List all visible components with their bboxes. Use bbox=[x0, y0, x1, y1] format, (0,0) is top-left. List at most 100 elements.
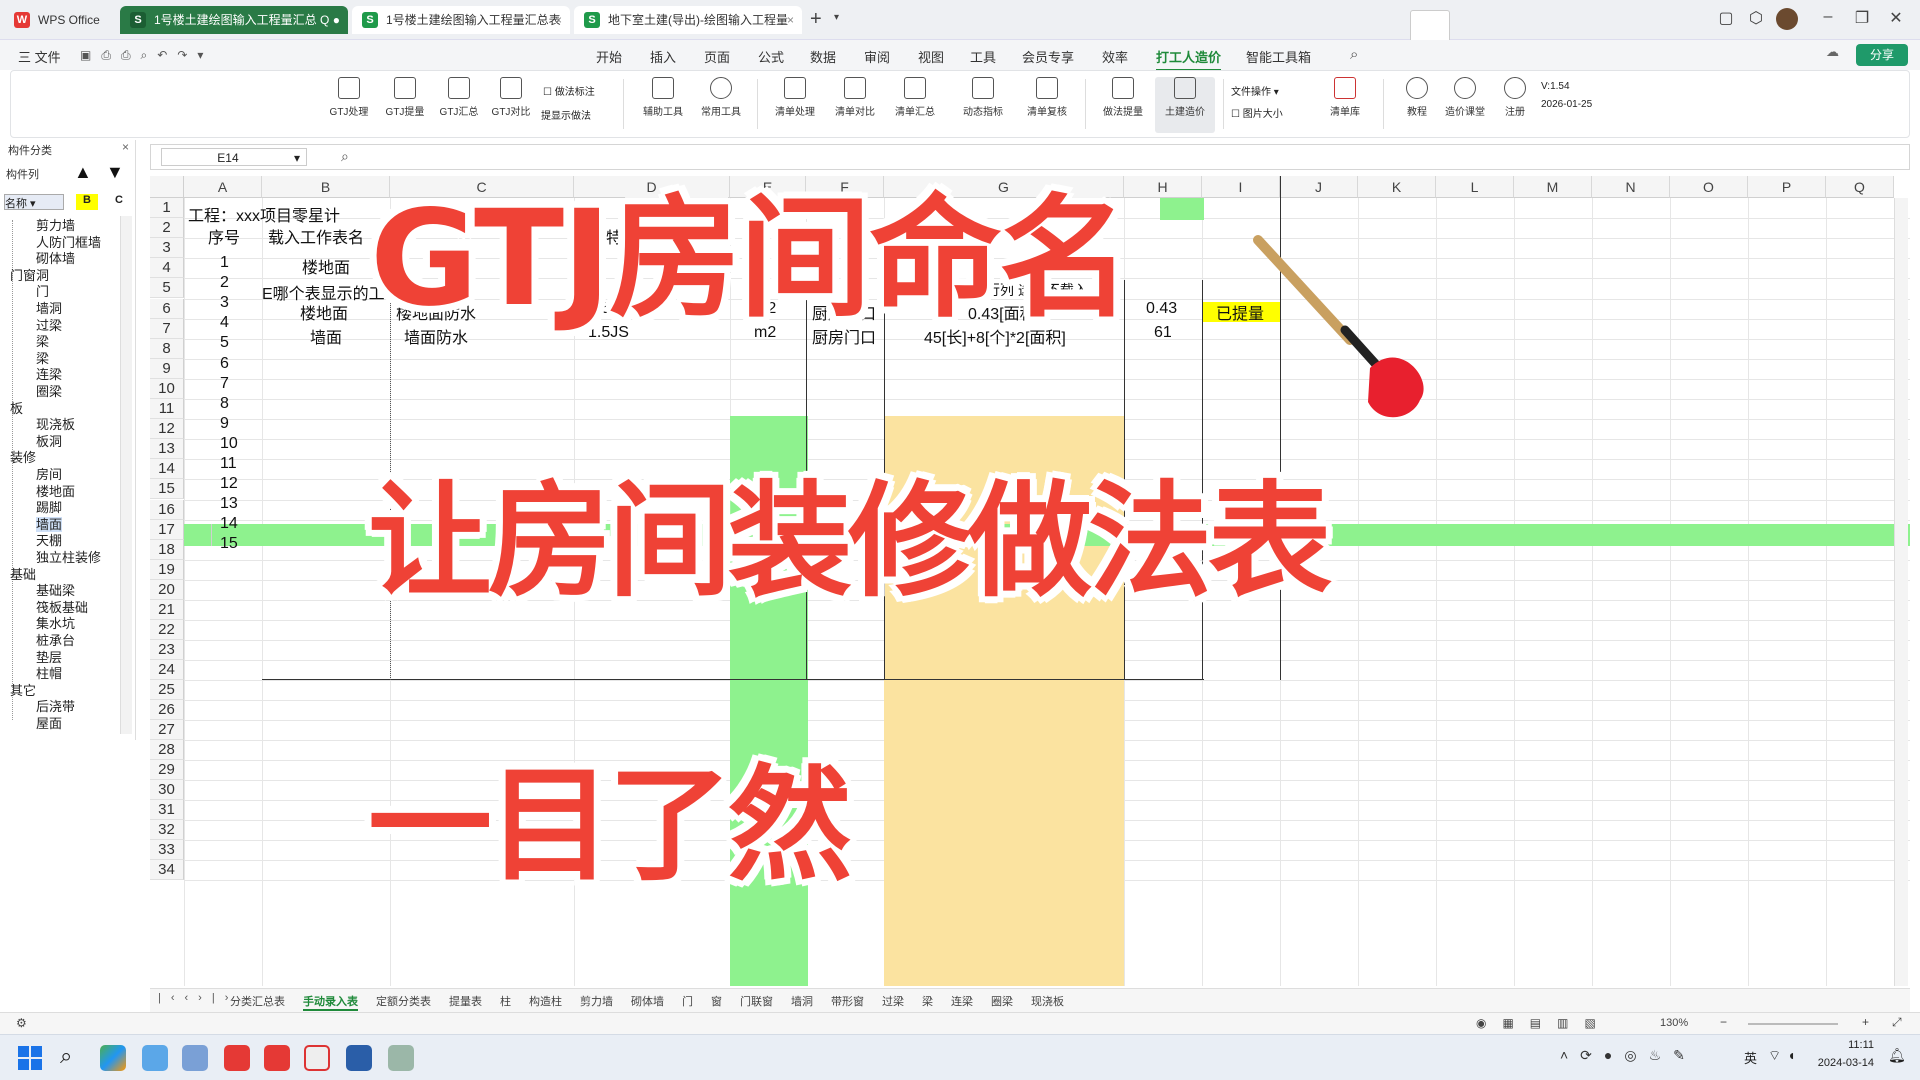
seq-cell[interactable]: 6 bbox=[220, 355, 229, 373]
zoom-formula-icon[interactable]: ⌕ bbox=[341, 148, 349, 165]
cloud-icon[interactable]: ☁ bbox=[1826, 44, 1839, 60]
sheet-tab[interactable]: 现浇板 bbox=[1031, 993, 1064, 1009]
sheet-tab[interactable]: 连梁 bbox=[951, 993, 973, 1009]
sheet-tab[interactable]: 门联窗 bbox=[740, 993, 773, 1009]
row-header[interactable]: 10 bbox=[150, 378, 184, 399]
tree-item[interactable]: 过梁 bbox=[36, 318, 62, 333]
fullscreen-icon[interactable]: ⤢ bbox=[1892, 1015, 1902, 1030]
seq-cell[interactable]: 10 bbox=[220, 435, 238, 453]
column-header[interactable]: K bbox=[1358, 176, 1436, 198]
tree-item[interactable]: 砌体墙 bbox=[36, 251, 75, 266]
column-header[interactable]: A bbox=[184, 176, 262, 198]
seq-cell[interactable]: 15 bbox=[220, 535, 238, 553]
tree-item[interactable]: 基础梁 bbox=[36, 583, 75, 598]
clock-date[interactable]: 2024-03-14 bbox=[1808, 1057, 1874, 1069]
b-button[interactable]: B bbox=[76, 194, 98, 210]
seq-cell[interactable]: 11 bbox=[220, 455, 237, 473]
select-all-corner[interactable] bbox=[150, 176, 184, 198]
tree-item[interactable]: 桩承台 bbox=[36, 633, 75, 648]
search-icon[interactable]: ⌕ bbox=[1350, 46, 1358, 63]
macro-icon[interactable]: ⚙ bbox=[16, 1016, 27, 1030]
method-quantity-button[interactable]: 做法提量 bbox=[1093, 77, 1153, 118]
row-header[interactable]: 18 bbox=[150, 539, 184, 560]
sheet-tab[interactable]: 墙洞 bbox=[791, 993, 813, 1009]
list-summary-button[interactable]: 清单汇总 bbox=[885, 77, 945, 118]
close-icon[interactable]: × bbox=[122, 140, 129, 154]
chevron-down-icon[interactable]: ▾ bbox=[834, 12, 839, 23]
tree-item[interactable]: 集水坑 bbox=[36, 616, 75, 631]
tree-item[interactable]: 梁 bbox=[36, 334, 49, 349]
menu-efficiency[interactable]: 效率 bbox=[1102, 47, 1128, 66]
seq-cell[interactable]: 2 bbox=[220, 274, 229, 292]
method-tag-checkbox[interactable]: ☐ 做法标注 bbox=[543, 83, 595, 98]
row-header[interactable]: 29 bbox=[150, 759, 184, 780]
tree-group[interactable]: 其它 bbox=[10, 683, 36, 698]
column-header[interactable]: P bbox=[1748, 176, 1826, 198]
zoom-out-icon[interactable]: − bbox=[1720, 1015, 1727, 1029]
close-icon[interactable]: × bbox=[787, 6, 794, 34]
row-header[interactable]: 28 bbox=[150, 739, 184, 760]
seq-cell[interactable]: 4 bbox=[220, 314, 229, 332]
share-button[interactable]: 分享 bbox=[1856, 44, 1908, 66]
gtj-quantity-button[interactable]: GTJ提量 bbox=[375, 77, 435, 118]
sheet-tab[interactable]: 过梁 bbox=[882, 993, 904, 1009]
tree-item[interactable]: 门 bbox=[36, 284, 49, 299]
gtj-compare-button[interactable]: GTJ对比 bbox=[481, 77, 541, 118]
menu-review[interactable]: 审阅 bbox=[864, 47, 890, 66]
zoom-in-icon[interactable]: + bbox=[1862, 1015, 1869, 1029]
row-header[interactable]: 17 bbox=[150, 519, 184, 540]
header-sheet-name[interactable]: 载入工作表名 bbox=[268, 224, 364, 248]
seq-cell[interactable]: 8 bbox=[220, 395, 229, 413]
quick-access-icons[interactable]: ▣⎙⎙⌕↶↷▾ bbox=[80, 48, 213, 63]
clock-time[interactable]: 11:11 bbox=[1822, 1039, 1874, 1051]
sheet-tab[interactable]: 窗 bbox=[711, 993, 722, 1009]
tree-item[interactable]: 墙洞 bbox=[36, 301, 62, 316]
row-header[interactable]: 2 bbox=[150, 218, 184, 239]
tab-doc-1[interactable]: S 1号楼土建绘图输入工程量汇总 Q ● bbox=[120, 6, 348, 34]
tree-item[interactable]: 板洞 bbox=[36, 434, 62, 449]
network-volume-icons[interactable]: ⌔◖ bbox=[1768, 1047, 1802, 1065]
sheet-tab[interactable]: 柱 bbox=[500, 993, 511, 1009]
edge-icon[interactable] bbox=[100, 1045, 126, 1071]
column-header[interactable]: N bbox=[1592, 176, 1670, 198]
row-header[interactable]: 30 bbox=[150, 779, 184, 800]
sheet-tab[interactable]: 定额分类表 bbox=[376, 993, 431, 1009]
row-header[interactable]: 8 bbox=[150, 338, 184, 359]
tree-item[interactable]: 后浇带 bbox=[36, 699, 75, 714]
gtj-process-button[interactable]: GTJ处理 bbox=[319, 77, 379, 118]
minimize-icon[interactable]: – bbox=[1816, 8, 1840, 26]
tree-group[interactable]: 装修 bbox=[10, 450, 36, 465]
row-header[interactable]: 7 bbox=[150, 318, 184, 339]
row-header[interactable]: 13 bbox=[150, 439, 184, 460]
tree-item[interactable]: 连梁 bbox=[36, 367, 62, 382]
column-header[interactable]: M bbox=[1514, 176, 1592, 198]
seq-cell[interactable]: 9 bbox=[220, 415, 229, 433]
panel-scrollbar[interactable] bbox=[120, 216, 132, 734]
row-header[interactable]: 31 bbox=[150, 799, 184, 820]
tree-item[interactable]: 筏板基础 bbox=[36, 600, 88, 615]
register-button[interactable]: 注册 bbox=[1485, 77, 1545, 118]
list-review-button[interactable]: 清单复核 bbox=[1017, 77, 1077, 118]
gtj-summary-button[interactable]: GTJ汇总 bbox=[429, 77, 489, 118]
tree-item[interactable]: 天棚 bbox=[36, 533, 62, 548]
row-header[interactable]: 15 bbox=[150, 479, 184, 500]
app-icon[interactable] bbox=[304, 1045, 330, 1071]
list-compare-button[interactable]: 清单对比 bbox=[825, 77, 885, 118]
row-header[interactable]: 5 bbox=[150, 278, 184, 299]
row-header[interactable]: 20 bbox=[150, 579, 184, 600]
cell-b5[interactable]: 楼地面 bbox=[300, 300, 348, 324]
wps-icon[interactable] bbox=[264, 1045, 290, 1071]
tree-group[interactable]: 门窗洞 bbox=[10, 268, 49, 283]
close-icon[interactable]: ● bbox=[333, 6, 340, 34]
tree-item[interactable]: 柱帽 bbox=[36, 666, 62, 681]
tree-item[interactable]: 梁 bbox=[36, 351, 49, 366]
row-header[interactable]: 12 bbox=[150, 419, 184, 440]
new-tab-button[interactable]: + bbox=[810, 8, 822, 31]
tree-item[interactable]: 剪力墙 bbox=[36, 218, 75, 233]
aux-tools-button[interactable]: 辅助工具 bbox=[633, 77, 693, 118]
sheet-tab[interactable]: 构造柱 bbox=[529, 993, 562, 1009]
view-mode-icons[interactable]: ◉▦▤▥▧ bbox=[1476, 1016, 1612, 1030]
column-header[interactable]: L bbox=[1436, 176, 1514, 198]
row-header[interactable]: 34 bbox=[150, 859, 184, 880]
avatar[interactable] bbox=[1776, 8, 1798, 30]
